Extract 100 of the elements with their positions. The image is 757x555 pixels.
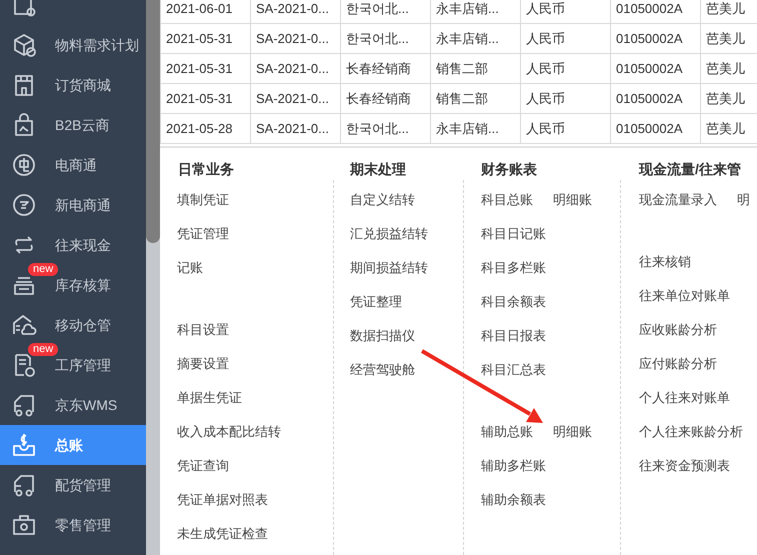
sidebar-item-label: 工序管理 [55,356,111,374]
table-cell: 永丰店销... [430,114,520,144]
menu-link[interactable]: 自定义结转 [350,192,415,208]
menu-link[interactable]: 科目设置 [177,322,229,338]
menu-link[interactable]: 明细账 [553,424,592,440]
sidebar-item[interactable]: 库存核算 new [0,265,146,305]
menu-link[interactable]: 科目日记账 [481,226,546,242]
menu-link[interactable]: 单据生凭证 [177,390,242,406]
table-cell: 2021-05-31 [160,24,250,54]
sidebar-item[interactable]: 订货商城 [0,65,146,105]
table-cell: 销售二部 [430,84,520,114]
table-cell: 销售二部 [430,54,520,84]
menu-link[interactable]: 未生成凭证检查 [177,526,268,542]
table-cell: SA-2021-0... [250,54,340,84]
sidebar-item-label: B2B云商 [55,116,110,134]
menu-link[interactable]: 凭证管理 [177,226,229,242]
table-cell: 人民币 [520,54,610,84]
menu-link[interactable]: 明 [737,192,750,208]
menu-link[interactable]: 科目日报表 [481,328,546,344]
menu-link[interactable]: 辅助多栏账 [481,458,546,474]
menu-link[interactable]: 科目总账 [481,192,533,208]
menu-link[interactable]: 汇兑损益结转 [350,226,428,242]
menu-link[interactable]: 个人往来对账单 [639,390,730,406]
sidebar-item-label: 往来现金 [55,236,111,254]
menu-link[interactable]: 应付账龄分析 [639,356,717,372]
sidebar-item-label: 总账 [55,436,83,454]
table-cell: 2021-05-31 [160,54,250,84]
truck-icon [11,392,37,418]
new-badge: new [28,343,58,356]
circle-character-icon [11,152,37,178]
menu-link[interactable]: 数据扫描仪 [350,328,415,344]
truck-icon [11,472,37,498]
scrollbar-thumb[interactable] [146,0,160,243]
table-cell: 01050002A [610,84,700,114]
menu-link[interactable]: 科目汇总表 [481,362,546,378]
menu-link[interactable]: 科目多栏账 [481,260,546,276]
table-cell: 01050002A [610,114,700,144]
sidebar-item-label: 移动仓管 [55,316,111,334]
sidebar-item-label: 零售管理 [55,516,111,534]
menu-link[interactable]: 期间损益结转 [350,260,428,276]
menu-link[interactable]: 个人往来账龄分析 [639,424,743,440]
sidebar-item[interactable]: 配货管理 [0,465,146,505]
menu-link[interactable]: 现金流量录入 [639,192,717,208]
table-cell: 2021-06-01 [160,0,250,24]
table-cell: 芭美儿 [700,0,757,24]
table-cell: 2021-05-28 [160,114,250,144]
table-cell: 01050002A [610,54,700,84]
inbox-dollar-icon [11,432,37,458]
menu-link[interactable]: 凭证整理 [350,294,402,310]
table-cell: 한국어北... [340,0,430,24]
menu-link[interactable]: 辅助余额表 [481,492,546,508]
menu-link[interactable]: 填制凭证 [177,192,229,208]
menu-link[interactable]: 往来核销 [639,254,691,270]
sidebar-item-label: 订货商城 [55,76,111,94]
menu-link[interactable]: 收入成本配比结转 [177,424,281,440]
table-cell: 长春经销商 [340,54,430,84]
table-cell: 人民币 [520,24,610,54]
warehouse-cloud-icon [11,312,37,338]
table-cell: SA-2021-0... [250,84,340,114]
table-cell: 人民币 [520,84,610,114]
table-cell: 人民币 [520,0,610,24]
sidebar-item-label: 电商通 [55,156,97,174]
sidebar-item[interactable]: 新电商通 [0,185,146,225]
menu-column-heading: 日常业务 [178,161,234,177]
menu-column-heading: 期末处理 [350,161,406,177]
sidebar-item-label: 库存核算 [55,276,111,294]
table-cell: 한국어北... [340,24,430,54]
table-cell: 한국어北... [340,114,430,144]
sidebar-item-label: 京东WMS [55,396,118,414]
sidebar-item[interactable]: 零售管理 [0,505,146,545]
table-cell: 01050002A [610,24,700,54]
table-cell: 永丰店销... [430,24,520,54]
sidebar-item[interactable]: 往来现金 [0,225,146,265]
circle-icon [11,192,37,218]
menu-link[interactable]: 辅助总账 [481,424,533,440]
sidebar-item-label: 新电商通 [55,196,111,214]
table-cell: 2021-05-31 [160,84,250,114]
menu-link[interactable]: 凭证单据对照表 [177,492,268,508]
menu-link[interactable]: 往来单位对账单 [639,288,730,304]
sidebar-item[interactable]: 物料需求计划 [0,25,146,65]
menu-column-heading: 财务账表 [481,161,537,177]
table-cell: 永丰店销... [430,0,520,24]
sidebar-item[interactable]: B2B云商 [0,105,146,145]
sidebar-item[interactable]: 京东WMS [0,385,146,425]
menu-link[interactable]: 记账 [177,260,203,276]
menu-link[interactable]: 摘要设置 [177,356,229,372]
table-cell: SA-2021-0... [250,114,340,144]
table-cell: SA-2021-0... [250,24,340,54]
sidebar-item[interactable]: 工序管理 new [0,345,146,385]
sidebar-item-label: 配货管理 [55,476,111,494]
sidebar-item[interactable]: 电商通 [0,145,146,185]
menu-link[interactable]: 往来资金预测表 [639,458,730,474]
menu-link[interactable]: 科目余额表 [481,294,546,310]
table-cell: 01050002A [610,0,700,24]
sidebar-item[interactable]: 移动仓管 [0,305,146,345]
menu-link[interactable]: 应收账龄分析 [639,322,717,338]
menu-column-heading: 现金流量/往来管 [639,161,741,177]
menu-link[interactable]: 明细账 [553,192,592,208]
menu-link[interactable]: 经营驾驶舱 [350,362,415,378]
menu-link[interactable]: 凭证查询 [177,458,229,474]
